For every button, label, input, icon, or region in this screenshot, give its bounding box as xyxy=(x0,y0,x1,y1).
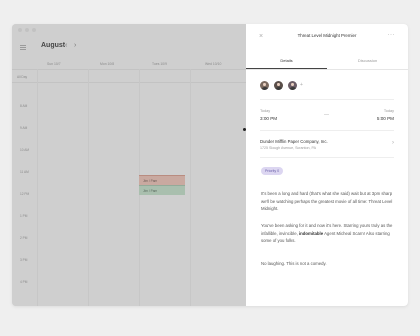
divider xyxy=(260,99,394,100)
end-day: Today xyxy=(383,109,394,113)
hour-label: 4 PM xyxy=(20,280,28,284)
day-header[interactable]: Mon 10/8 xyxy=(100,62,114,66)
calendar-event[interactable]: Jim / Pam xyxy=(139,185,185,195)
hour-label: 11 AM xyxy=(20,170,29,174)
start-day: Today xyxy=(260,109,271,113)
more-options-icon[interactable]: ··· xyxy=(388,32,396,38)
day-column-divider xyxy=(88,69,89,306)
calendar-view: August ‹ › Sun 10/7 Mon 10/8 Tues 10/9 W… xyxy=(12,24,246,306)
description-paragraph: No laughing. This is not a comedy. xyxy=(261,261,327,266)
avatar[interactable] xyxy=(260,81,269,90)
day-header[interactable]: Tues 10/9 xyxy=(152,62,167,66)
start-time[interactable]: 3:00 PM xyxy=(260,116,277,121)
location-name[interactable]: Dunder Mifflin Paper Company, Inc. xyxy=(260,139,328,144)
tab-divider xyxy=(246,69,408,70)
time-separator: — xyxy=(324,112,329,118)
active-tab-indicator xyxy=(246,68,327,69)
window-close-dot[interactable] xyxy=(18,28,22,32)
menu-icon[interactable] xyxy=(20,45,26,50)
grid-line xyxy=(12,82,246,83)
allday-label: All Day xyxy=(17,75,28,79)
avatar[interactable] xyxy=(288,81,297,90)
event-title: Threat Level Midnight Premier xyxy=(297,33,357,38)
tab-details[interactable]: Details xyxy=(246,58,327,63)
window-controls xyxy=(18,28,36,32)
priority-badge[interactable]: Priority 0 xyxy=(261,167,284,175)
window-maximize-dot[interactable] xyxy=(32,28,36,32)
description-emphasis: indomitable xyxy=(298,230,324,236)
divider xyxy=(260,130,394,131)
next-week-icon[interactable]: › xyxy=(74,42,76,49)
grid-line xyxy=(12,69,246,70)
window-minimize-dot[interactable] xyxy=(25,28,29,32)
hour-label: 3 PM xyxy=(20,258,28,262)
day-header[interactable]: Wed 10/10 xyxy=(205,62,221,66)
close-icon[interactable]: × xyxy=(259,33,263,40)
end-time[interactable]: 5:00 PM xyxy=(377,116,394,121)
hour-label: 2 PM xyxy=(20,236,28,240)
hour-label: 12 PM xyxy=(20,192,30,196)
day-header[interactable]: Sun 10/7 xyxy=(47,62,61,66)
event-detail-panel: × Threat Level Midnight Premier ··· Deta… xyxy=(246,24,408,306)
location-address: 1725 Slough Avenue, Scranton, PA xyxy=(260,146,317,150)
hour-label: 8 AM xyxy=(20,104,28,108)
hour-label: 10 AM xyxy=(20,148,30,152)
calendar-event[interactable]: Jim / Pam xyxy=(139,175,185,185)
day-column-divider xyxy=(37,69,38,306)
description-paragraph: You've been asking for it and now it's h… xyxy=(261,223,393,244)
avatar[interactable] xyxy=(274,81,283,90)
prev-week-icon[interactable]: ‹ xyxy=(65,42,67,49)
hour-label: 1 PM xyxy=(20,214,28,218)
divider xyxy=(260,157,394,158)
app-window: August ‹ › Sun 10/7 Mon 10/8 Tues 10/9 W… xyxy=(12,24,408,306)
chevron-right-icon[interactable]: › xyxy=(392,140,394,146)
add-attendee-button[interactable]: + xyxy=(300,82,303,88)
hour-label: 9 AM xyxy=(20,126,28,130)
day-column-divider xyxy=(190,69,191,306)
tab-discussion[interactable]: Discussion xyxy=(327,58,408,63)
description-paragraph: It's been a long and hard (that's what s… xyxy=(261,191,393,212)
month-title: August xyxy=(41,42,66,49)
